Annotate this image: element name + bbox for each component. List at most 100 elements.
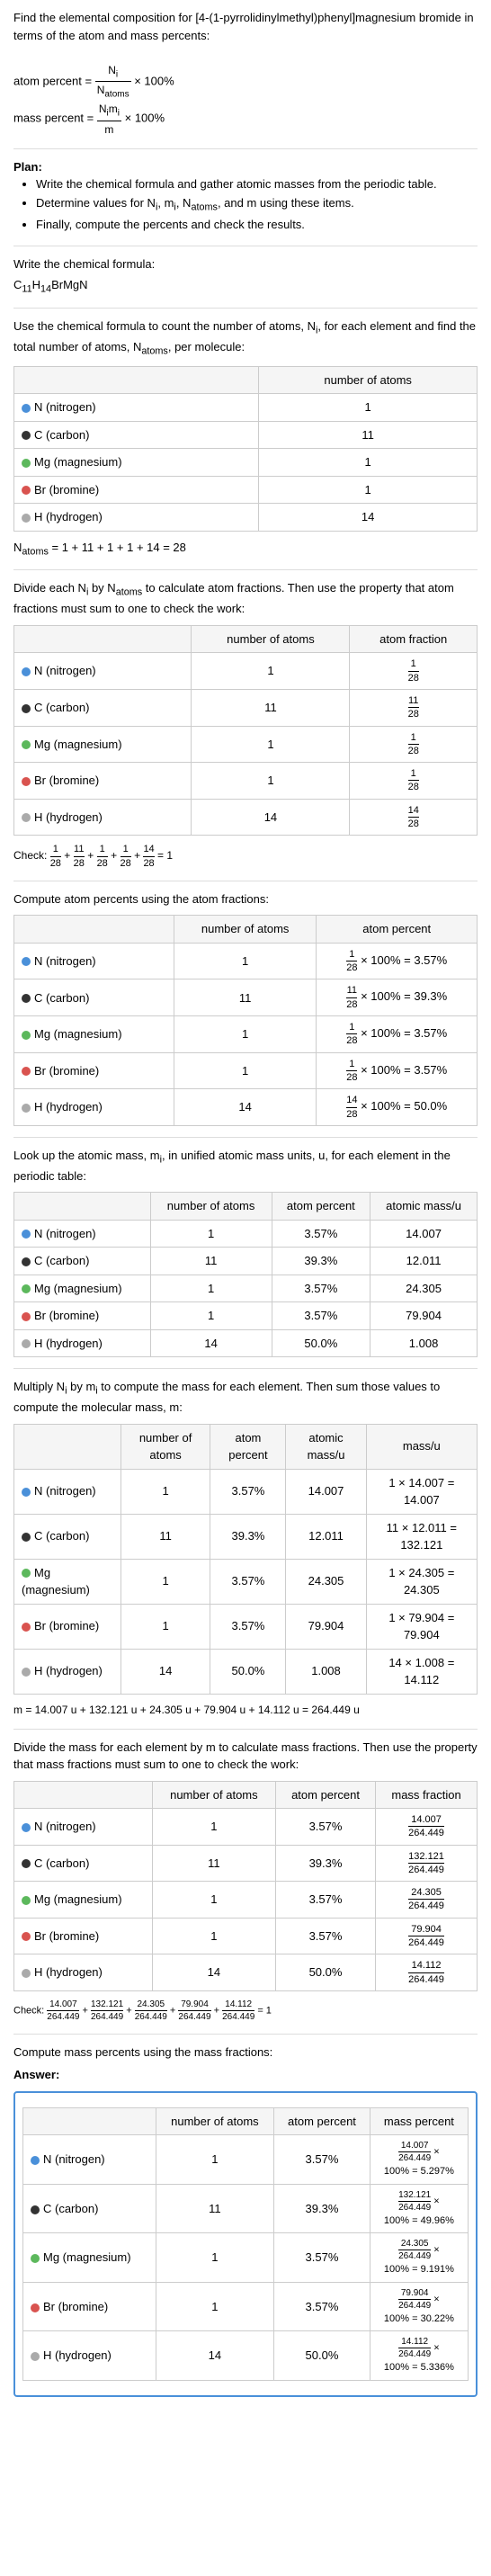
t3-h-pct: 1428 × 100% = 50.0% bbox=[317, 1089, 478, 1126]
table2-check: Check: 128 + 1128 + 128 + 128 + 1428 = 1 bbox=[13, 843, 478, 870]
t4-c-mass: 12.011 bbox=[370, 1248, 478, 1275]
ans-h-atoms: 14 bbox=[156, 2331, 274, 2381]
ans-mg-masspct: 24.305264.449 ×100% = 9.191% bbox=[370, 2233, 468, 2283]
t4-h-mass: 1.008 bbox=[370, 1329, 478, 1357]
dot bbox=[22, 777, 31, 786]
t2-br: Br (bromine) bbox=[14, 763, 192, 800]
table1-title: Use the chemical formula to count the nu… bbox=[13, 318, 478, 359]
table-row: Mg (magnesium) 1 3.57% 24.305 1 × 24.305… bbox=[14, 1559, 478, 1604]
t6-col3: atom percent bbox=[275, 1781, 375, 1809]
t5-n-pct: 3.57% bbox=[210, 1469, 286, 1514]
table-row: N (nitrogen) 1 3.57% 14.007264.449 ×100%… bbox=[23, 2135, 469, 2185]
t5-h-atoms: 14 bbox=[121, 1649, 210, 1694]
mass-percent-formula: mass percent = Nimim × 100% bbox=[13, 101, 478, 137]
chemical-formula-section: Write the chemical formula: C11H14BrMgN bbox=[13, 255, 478, 297]
dot bbox=[22, 1969, 31, 1978]
t5-h-pct: 50.0% bbox=[210, 1649, 286, 1694]
hydrogen-dot bbox=[22, 514, 31, 523]
t4-h-pct: 50.0% bbox=[272, 1329, 370, 1357]
table-row: H (hydrogen) 14 1428 bbox=[14, 799, 478, 836]
t5-mg-atoms: 1 bbox=[121, 1559, 210, 1604]
table-row: Mg (magnesium) 1 3.57% 24.305264.449 bbox=[14, 1882, 478, 1919]
ans-br-atompct: 3.57% bbox=[274, 2282, 370, 2331]
dot bbox=[22, 1896, 31, 1905]
t2-mg-frac: 128 bbox=[350, 726, 478, 763]
t4-mg: Mg (magnesium) bbox=[14, 1275, 151, 1302]
t4-n: N (nitrogen) bbox=[14, 1220, 151, 1248]
intro-section: Find the elemental composition for [4-(1… bbox=[13, 9, 478, 138]
ans-c-atoms: 11 bbox=[156, 2184, 274, 2233]
ans-n-masspct: 14.007264.449 ×100% = 5.297% bbox=[370, 2135, 468, 2185]
t2-col1 bbox=[14, 625, 192, 653]
dot bbox=[31, 2303, 40, 2312]
table-row: C (carbon) 11 39.3% 12.011 11 × 12.011 =… bbox=[14, 1514, 478, 1559]
answer-label: Compute mass percents using the mass fra… bbox=[13, 2044, 478, 2062]
t3-br-atoms: 1 bbox=[174, 1052, 317, 1089]
t5-c-calc: 11 × 12.011 = 132.121 bbox=[366, 1514, 477, 1559]
answer-box: number of atoms atom percent mass percen… bbox=[13, 2091, 478, 2397]
table-row: Br (bromine) 1 128 bbox=[14, 763, 478, 800]
t6-mg-frac: 24.305264.449 bbox=[376, 1882, 478, 1919]
t2-n-atoms: 1 bbox=[192, 653, 350, 690]
t5-n-atoms: 1 bbox=[121, 1469, 210, 1514]
divider-8 bbox=[13, 1729, 478, 1730]
ans-h-masspct: 14.112264.449 ×100% = 5.336% bbox=[370, 2331, 468, 2381]
dot bbox=[22, 1312, 31, 1321]
plan-item-2: Determine values for Ni, mi, Natoms, and… bbox=[36, 194, 478, 216]
table-row: N (nitrogen) 1 3.57% 14.007264.449 bbox=[14, 1809, 478, 1846]
table6-check: Check: 14.007264.449 + 132.121264.449 + … bbox=[13, 1999, 478, 2023]
t6-h-frac: 14.112264.449 bbox=[376, 1954, 478, 1991]
ans-br-atoms: 1 bbox=[156, 2282, 274, 2331]
t2-h: H (hydrogen) bbox=[14, 799, 192, 836]
t2-col3: atom fraction bbox=[350, 625, 478, 653]
t6-c-pct: 39.3% bbox=[275, 1845, 375, 1882]
atoms-carbon: 11 bbox=[259, 421, 478, 449]
t6-h-pct: 50.0% bbox=[275, 1954, 375, 1991]
t5-c-mass: 12.011 bbox=[286, 1514, 366, 1559]
dot bbox=[22, 1067, 31, 1076]
t3-n-atoms: 1 bbox=[174, 943, 317, 979]
plan-item-3: Finally, compute the percents and check … bbox=[36, 216, 478, 235]
t4-col2: number of atoms bbox=[150, 1193, 272, 1221]
element-hydrogen: H (hydrogen) bbox=[14, 504, 259, 532]
table-row: Br (bromine) 1 3.57% 79.904 bbox=[14, 1302, 478, 1330]
t2-mg-atoms: 1 bbox=[192, 726, 350, 763]
divider-6 bbox=[13, 1137, 478, 1138]
t6-c-frac: 132.121264.449 bbox=[376, 1845, 478, 1882]
dot bbox=[22, 1668, 31, 1677]
t5-mg-mass: 24.305 bbox=[286, 1559, 366, 1604]
plan-list: Write the chemical formula and gather at… bbox=[22, 175, 478, 235]
dot bbox=[22, 1339, 31, 1348]
t5-n: N (nitrogen) bbox=[14, 1469, 121, 1514]
t2-h-atoms: 14 bbox=[192, 799, 350, 836]
t5-h-mass: 1.008 bbox=[286, 1649, 366, 1694]
t5-mg: Mg (magnesium) bbox=[14, 1559, 121, 1604]
t3-c-pct: 1128 × 100% = 39.3% bbox=[317, 979, 478, 1016]
table6-section: Divide the mass for each element by m to… bbox=[13, 1739, 478, 2023]
table-row: H (hydrogen) 14 50.0% 1.008 14 × 1.008 =… bbox=[14, 1649, 478, 1694]
t6-br: Br (bromine) bbox=[14, 1918, 153, 1954]
dot bbox=[22, 813, 31, 822]
nitrogen-dot bbox=[22, 404, 31, 413]
dot bbox=[22, 1284, 31, 1293]
element-carbon: C (carbon) bbox=[14, 421, 259, 449]
ans-col4: mass percent bbox=[370, 2107, 468, 2135]
t6-c-atoms: 11 bbox=[152, 1845, 275, 1882]
t3-h: H (hydrogen) bbox=[14, 1089, 174, 1126]
t6-n: N (nitrogen) bbox=[14, 1809, 153, 1846]
divider-4 bbox=[13, 569, 478, 570]
table-row: C (carbon) 11 39.3% 12.011 bbox=[14, 1248, 478, 1275]
t3-mg-pct: 128 × 100% = 3.57% bbox=[317, 1016, 478, 1053]
ans-mg: Mg (magnesium) bbox=[23, 2233, 156, 2283]
dot bbox=[31, 2156, 40, 2165]
t4-br-atoms: 1 bbox=[150, 1302, 272, 1330]
t5-br-atoms: 1 bbox=[121, 1604, 210, 1649]
answer-table: number of atoms atom percent mass percen… bbox=[22, 2107, 469, 2381]
answer-section: Compute mass percents using the mass fra… bbox=[13, 2044, 478, 2397]
chemical-formula-label: Write the chemical formula: bbox=[13, 255, 478, 273]
t5-c: C (carbon) bbox=[14, 1514, 121, 1559]
dot bbox=[31, 2352, 40, 2361]
table-row: Br (bromine) 1 3.57% 79.904 1 × 79.904 =… bbox=[14, 1604, 478, 1649]
table3: number of atoms atom percent N (nitrogen… bbox=[13, 915, 478, 1125]
plan-title: Plan: bbox=[13, 158, 478, 176]
